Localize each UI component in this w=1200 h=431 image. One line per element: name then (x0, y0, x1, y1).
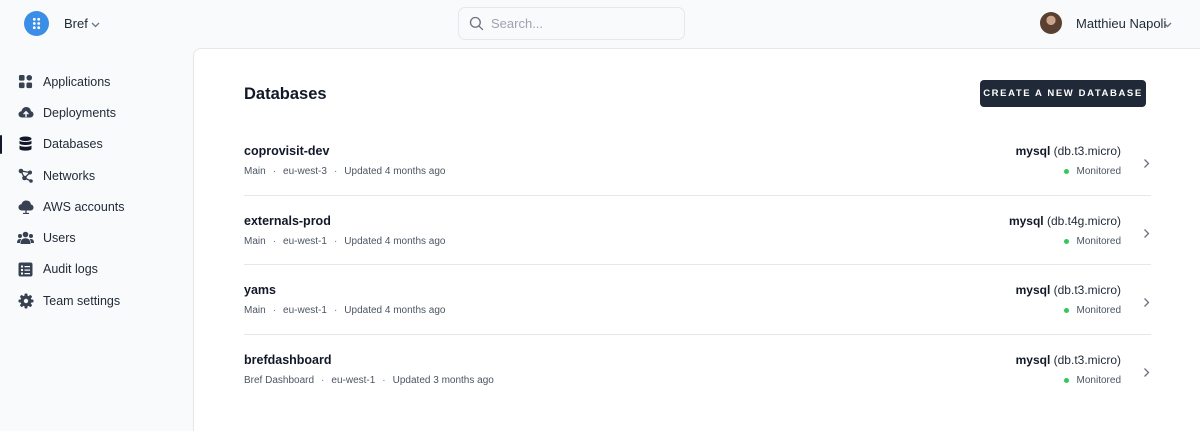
main-panel: Databases CREATE A NEW DATABASE coprovis… (193, 48, 1200, 431)
database-updated: Updated 4 months ago (344, 166, 446, 177)
search-input[interactable] (491, 16, 671, 31)
separator-dot: · (333, 235, 338, 247)
database-environment: Main (244, 235, 266, 247)
sidebar-item-team-settings[interactable]: Team settings (0, 285, 192, 316)
database-engine: mysql (db.t3.micro) (1016, 144, 1121, 158)
search-icon (469, 16, 484, 31)
instance-type: (db.t3.micro) (1053, 283, 1121, 298)
status-badge: Monitored (1063, 375, 1121, 387)
database-updated: Updated 3 months ago (392, 375, 494, 387)
status-dot-icon (1063, 238, 1069, 244)
instance-type: (db.t3.micro) (1053, 144, 1121, 158)
status-dot-icon (1063, 308, 1069, 314)
cloud-upload-icon (17, 104, 34, 121)
database-meta: Main · eu-west-1 · Updated 4 months ago (244, 305, 445, 316)
separator-dot: · (272, 305, 277, 317)
database-environment: Main (244, 166, 266, 177)
status-badge: Monitored (1063, 166, 1121, 177)
database-list: coprovisit-dev Main · eu-west-3 · Update… (244, 126, 1151, 405)
sidebar-item-users[interactable]: Users (0, 222, 192, 253)
status-dot-icon (1063, 169, 1069, 174)
sidebar-item-databases[interactable]: Databases (0, 129, 192, 160)
applications-icon (17, 73, 34, 90)
sidebar-item-networks[interactable]: Networks (0, 160, 192, 191)
status-badge: Monitored (1063, 235, 1121, 247)
instance-type: (db.t3.micro) (1053, 353, 1121, 368)
sidebar-item-audit-logs[interactable]: Audit logs (0, 254, 192, 285)
sidebar-item-label: Networks (43, 168, 96, 183)
separator-dot: · (333, 166, 338, 177)
status-badge: Monitored (1063, 305, 1121, 317)
top-bar: Bref Matthieu Napoli (0, 0, 1200, 48)
sidebar-item-label: Applications (43, 74, 111, 89)
sidebar-item-label: AWS accounts (43, 199, 125, 214)
engine-name: mysql (1015, 144, 1051, 158)
chevron-right-icon[interactable] (1142, 365, 1151, 383)
database-updated: Updated 4 months ago (344, 235, 446, 247)
chevron-down-icon[interactable] (1162, 17, 1173, 35)
database-environment: Main (244, 305, 266, 317)
status-label: Monitored (1076, 235, 1121, 247)
database-name[interactable]: yams (244, 283, 276, 297)
search-box[interactable] (458, 7, 685, 40)
database-row[interactable]: coprovisit-dev Main · eu-west-3 · Update… (244, 126, 1151, 196)
database-name[interactable]: coprovisit-dev (244, 144, 329, 158)
database-engine: mysql (db.t3.micro) (1016, 283, 1121, 297)
database-region: eu-west-3 (283, 166, 327, 177)
page-title: Databases (244, 85, 327, 103)
database-icon (17, 136, 34, 153)
database-meta: Main · eu-west-1 · Updated 4 months ago (244, 236, 445, 247)
bref-logo-icon[interactable] (24, 11, 49, 36)
status-dot-icon (1063, 378, 1069, 384)
gear-icon (17, 292, 34, 309)
chevron-right-icon[interactable] (1142, 156, 1151, 174)
team-switcher-label[interactable]: Bref (64, 16, 88, 31)
sidebar-item-label: Deployments (43, 105, 116, 120)
database-environment: Bref Dashboard (244, 375, 315, 387)
sidebar-item-aws-accounts[interactable]: AWS accounts (0, 191, 192, 222)
database-row[interactable]: externals-prod Main · eu-west-1 · Update… (244, 196, 1151, 266)
database-region: eu-west-1 (283, 235, 327, 247)
status-label: Monitored (1076, 375, 1121, 387)
separator-dot: · (272, 166, 277, 177)
separator-dot: · (382, 375, 386, 387)
database-row[interactable]: brefdashboard Bref Dashboard · eu-west-1… (244, 335, 1151, 405)
sidebar-item-label: Users (43, 231, 76, 246)
database-engine: mysql (db.t3.micro) (1016, 353, 1121, 367)
network-icon (17, 167, 34, 184)
audit-log-icon (17, 261, 34, 278)
engine-name: mysql (1015, 283, 1051, 298)
status-label: Monitored (1076, 166, 1121, 177)
separator-dot: · (272, 235, 277, 247)
database-region: eu-west-1 (283, 305, 327, 317)
engine-name: mysql (1015, 353, 1051, 368)
database-region: eu-west-1 (331, 375, 376, 387)
sidebar-item-label: Audit logs (43, 262, 98, 277)
database-engine: mysql (db.t4g.micro) (1009, 214, 1121, 228)
database-updated: Updated 4 months ago (344, 305, 446, 317)
instance-type: (db.t4g.micro) (1046, 213, 1121, 228)
sidebar-nav: Applications Deployments Databases Netwo… (0, 66, 192, 316)
sidebar-item-applications[interactable]: Applications (0, 66, 192, 97)
database-meta: Main · eu-west-3 · Updated 4 months ago (244, 166, 445, 177)
sidebar-item-deployments[interactable]: Deployments (0, 97, 192, 128)
database-name[interactable]: externals-prod (244, 214, 331, 228)
status-label: Monitored (1076, 305, 1121, 317)
user-menu-label[interactable]: Matthieu Napoli (1076, 16, 1166, 31)
engine-name: mysql (1008, 213, 1044, 228)
chevron-down-icon[interactable] (90, 17, 101, 35)
separator-dot: · (321, 375, 325, 387)
separator-dot: · (333, 305, 338, 317)
sidebar-item-label: Team settings (43, 293, 121, 308)
chevron-right-icon[interactable] (1142, 226, 1151, 244)
database-name[interactable]: brefdashboard (244, 353, 332, 367)
chevron-right-icon[interactable] (1142, 295, 1151, 313)
sidebar-item-label: Databases (43, 137, 103, 152)
users-icon (17, 230, 34, 247)
database-row[interactable]: yams Main · eu-west-1 · Updated 4 months… (244, 265, 1151, 336)
create-database-button[interactable]: CREATE A NEW DATABASE (980, 80, 1146, 107)
user-avatar[interactable] (1040, 12, 1062, 34)
database-meta: Bref Dashboard · eu-west-1 · Updated 3 m… (244, 375, 494, 386)
cloud-icon (17, 198, 34, 215)
